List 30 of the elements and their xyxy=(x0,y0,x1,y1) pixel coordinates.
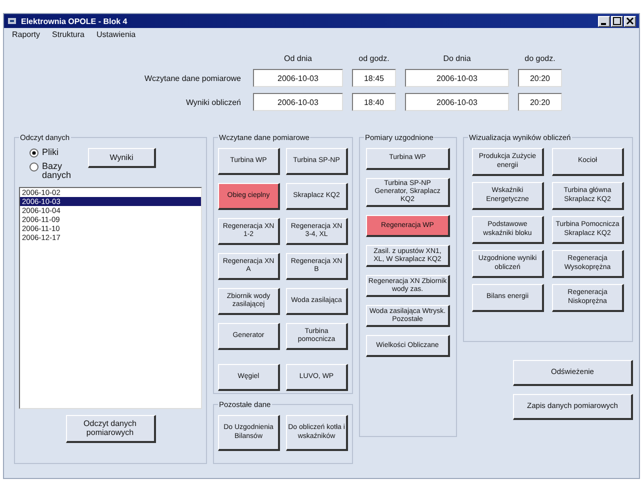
radio-option[interactable]: Pliki xyxy=(29,148,76,158)
maximize-button[interactable] xyxy=(611,16,623,26)
app-icon xyxy=(7,16,17,26)
menu-item[interactable]: Ustawienia xyxy=(96,30,136,42)
input-field[interactable]: 2006-10-03 xyxy=(405,93,509,111)
input-field[interactable]: 20:20 xyxy=(518,93,562,111)
maximize-icon xyxy=(613,17,621,25)
close-icon xyxy=(626,17,634,25)
column-header: do godz. xyxy=(524,54,556,63)
input-field[interactable]: 18:40 xyxy=(352,93,396,111)
window-title: Elektrownia OPOLE - Blok 4 xyxy=(21,16,128,26)
results-button[interactable]: Wyniki xyxy=(88,148,156,168)
radio-option[interactable]: Bazy danych xyxy=(29,162,76,181)
input-field[interactable]: 2006-10-03 xyxy=(405,69,509,87)
input-field[interactable]: 18:45 xyxy=(352,69,396,87)
column-header: Do dnia xyxy=(442,54,472,63)
radio-label: Pliki xyxy=(42,148,60,158)
row-label: Wczytane dane pomiarowe xyxy=(144,74,242,82)
column-header: Od dnia xyxy=(282,54,314,63)
row-label: Wyniki obliczeń xyxy=(184,98,242,106)
menu-item[interactable]: Raporty xyxy=(12,30,40,42)
column-header: od godz. xyxy=(358,54,390,63)
input-field[interactable]: 2006-10-03 xyxy=(253,69,343,87)
read-data-button[interactable]: Odczyt danych pomiarowych xyxy=(66,414,156,443)
close-button[interactable] xyxy=(624,16,636,26)
input-field[interactable]: 20:20 xyxy=(518,69,562,87)
input-field[interactable]: 2006-10-03 xyxy=(253,93,343,111)
radio-label: Bazy danych xyxy=(42,162,72,181)
minimize-button[interactable] xyxy=(598,16,610,26)
menu-item[interactable]: Struktura xyxy=(52,30,84,42)
